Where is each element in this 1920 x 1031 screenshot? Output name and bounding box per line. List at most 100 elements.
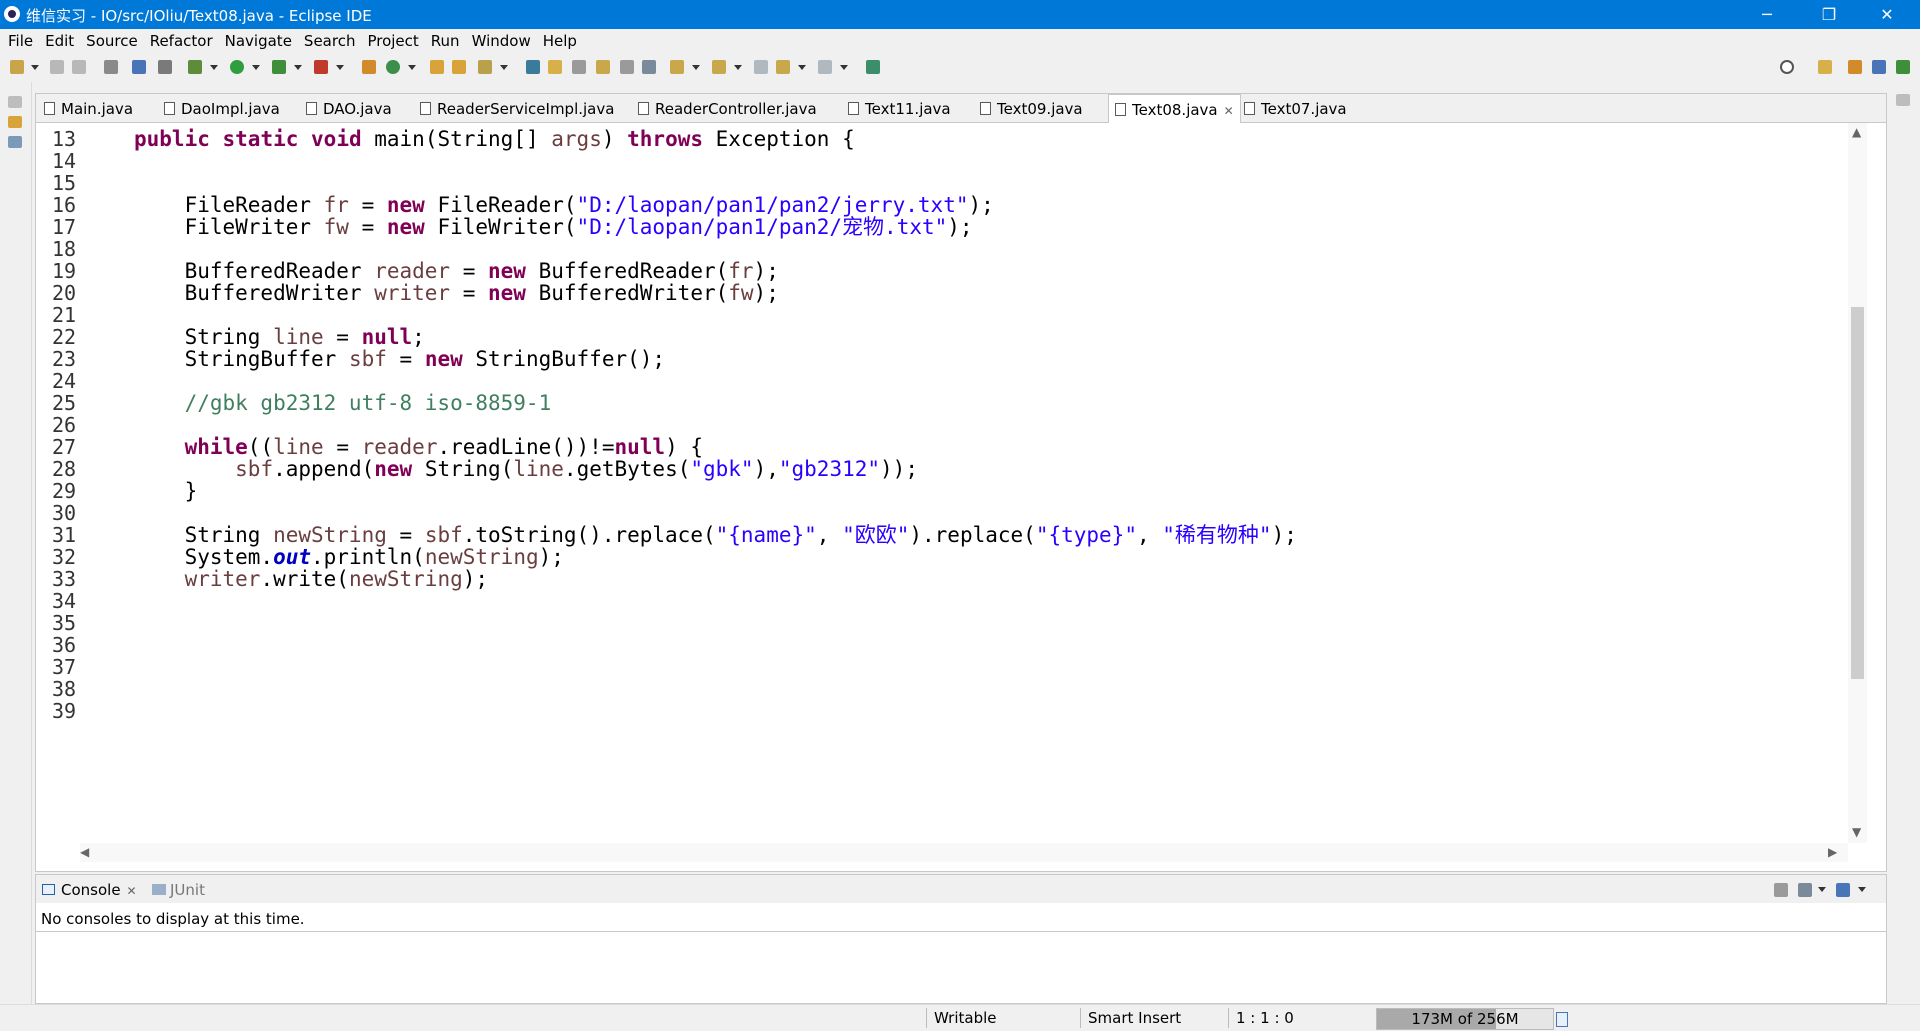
menu-refactor[interactable]: Refactor	[144, 29, 219, 53]
pilcrow-icon[interactable]	[642, 60, 656, 74]
block-selection-icon[interactable]	[572, 60, 586, 74]
previous-annotation-dropdown-icon[interactable]	[734, 65, 742, 70]
new-java-class-icon[interactable]	[386, 60, 400, 74]
open-console-dropdown-icon[interactable]	[1858, 887, 1866, 892]
tab-readercontroller-java[interactable]: ReaderController.java	[638, 94, 817, 122]
toggle-mark-icon[interactable]	[526, 60, 540, 74]
debug-icon[interactable]	[188, 60, 202, 74]
tab-text07-java[interactable]: Text07.java	[1244, 94, 1347, 122]
menu-run[interactable]: Run	[425, 29, 466, 53]
word-wrap-icon[interactable]	[596, 60, 610, 74]
code-text[interactable]: BufferedWriter writer = new BufferedWrit…	[134, 280, 779, 307]
new-dropdown-icon[interactable]	[31, 65, 39, 70]
tab-console[interactable]: Console ✕	[42, 875, 137, 903]
horizontal-scrollbar[interactable]: ◀ ▶	[80, 843, 1848, 862]
save-icon[interactable]	[50, 60, 64, 74]
tab-text08-java[interactable]: Text08.java ✕	[1108, 94, 1241, 124]
open-task-icon[interactable]	[452, 60, 466, 74]
new-java-package-icon[interactable]	[362, 60, 376, 74]
code-text[interactable]: sbf.append(new String(line.getBytes("gbk…	[134, 456, 918, 483]
open-perspective-icon[interactable]	[1818, 60, 1832, 74]
menu-navigate[interactable]: Navigate	[219, 29, 298, 53]
code-editor[interactable]: 13 public static void main(String[] args)…	[36, 123, 1848, 843]
search-tool-icon[interactable]	[478, 60, 492, 74]
debug-dropdown-icon[interactable]	[210, 65, 218, 70]
menu-help[interactable]: Help	[537, 29, 583, 53]
run-dropdown-icon[interactable]	[252, 65, 260, 70]
coverage-icon[interactable]	[272, 60, 286, 74]
next-annotation-dropdown-icon[interactable]	[692, 65, 700, 70]
tab-readerserviceimpl-java[interactable]: ReaderServiceImpl.java	[420, 94, 614, 122]
open-console-icon[interactable]	[1836, 883, 1850, 897]
search-tool-dropdown-icon[interactable]	[500, 65, 508, 70]
vertical-scrollbar[interactable]: ▲ ▼	[1848, 123, 1867, 843]
open-type-icon[interactable]	[430, 60, 444, 74]
code-text[interactable]: FileWriter fw = new FileWriter("D:/laopa…	[134, 214, 973, 241]
outline-icon[interactable]	[8, 136, 22, 148]
forward-dropdown-icon[interactable]	[840, 65, 848, 70]
new-class-dropdown-icon[interactable]	[408, 65, 416, 70]
close-console-icon[interactable]: ✕	[127, 884, 137, 898]
tab-main-java[interactable]: Main.java	[44, 94, 133, 122]
close-window-button[interactable]: ✕	[1864, 0, 1910, 29]
left-trim	[0, 82, 32, 1004]
skip-breakpoints-icon[interactable]	[158, 60, 172, 74]
java-file-icon	[848, 102, 859, 115]
scroll-down-icon[interactable]: ▼	[1852, 825, 1861, 839]
menu-window[interactable]: Window	[466, 29, 537, 53]
package-explorer-icon[interactable]	[8, 116, 22, 128]
menu-edit[interactable]: Edit	[39, 29, 80, 53]
display-console-dropdown-icon[interactable]	[1818, 887, 1826, 892]
forward-icon[interactable]	[818, 60, 832, 74]
pin-editor-icon[interactable]	[866, 60, 880, 74]
tab-junit[interactable]: JUnit	[152, 875, 205, 903]
menu-source[interactable]: Source	[80, 29, 144, 53]
editor-area: Main.java DaoImpl.java DAO.java ReaderSe…	[35, 93, 1887, 872]
restore-button[interactable]: ❐	[1806, 0, 1852, 29]
minimize-button[interactable]: ─	[1744, 0, 1790, 29]
print-icon[interactable]	[104, 60, 118, 74]
coverage-dropdown-icon[interactable]	[294, 65, 302, 70]
scroll-right-icon[interactable]: ▶	[1828, 845, 1837, 859]
back-icon[interactable]	[776, 60, 790, 74]
search-icon[interactable]	[1780, 60, 1794, 74]
java-perspective-icon[interactable]	[1872, 60, 1886, 74]
restore-view-right-icon[interactable]	[1896, 94, 1910, 106]
last-edit-icon[interactable]	[754, 60, 768, 74]
vertical-scroll-thumb[interactable]	[1851, 307, 1864, 679]
pin-console-icon[interactable]	[1774, 883, 1788, 897]
tab-dao-java[interactable]: DAO.java	[306, 94, 392, 122]
tab-text11-java[interactable]: Text11.java	[848, 94, 951, 122]
restore-view-icon[interactable]	[8, 96, 22, 108]
garbage-collect-icon[interactable]	[1556, 1012, 1568, 1027]
terminal-icon[interactable]	[132, 60, 146, 74]
menu-search[interactable]: Search	[298, 29, 362, 53]
display-console-icon[interactable]	[1798, 883, 1812, 897]
menu-project[interactable]: Project	[361, 29, 424, 53]
next-annotation-icon[interactable]	[670, 60, 684, 74]
previous-annotation-icon[interactable]	[712, 60, 726, 74]
show-whitespace-icon[interactable]	[620, 60, 634, 74]
tab-daoimpl-java[interactable]: DaoImpl.java	[164, 94, 280, 122]
heap-status[interactable]: 173M of 256M	[1376, 1008, 1554, 1030]
debug-perspective-icon[interactable]	[1896, 60, 1910, 74]
java-ee-perspective-icon[interactable]	[1848, 60, 1862, 74]
scroll-up-icon[interactable]: ▲	[1852, 125, 1861, 139]
external-tools-icon[interactable]	[314, 60, 328, 74]
code-text[interactable]: public static void main(String[] args) t…	[134, 126, 855, 153]
new-icon[interactable]	[10, 60, 24, 74]
java-file-icon	[164, 102, 175, 115]
tab-text09-java[interactable]: Text09.java	[980, 94, 1083, 122]
code-text[interactable]: writer.write(newString);	[134, 566, 488, 593]
highlight-icon[interactable]	[548, 60, 562, 74]
code-text[interactable]: }	[134, 478, 198, 505]
code-text[interactable]: StringBuffer sbf = new StringBuffer();	[134, 346, 665, 373]
save-all-icon[interactable]	[72, 60, 86, 74]
run-icon[interactable]	[230, 60, 244, 74]
scroll-left-icon[interactable]: ◀	[80, 845, 89, 859]
menu-file[interactable]: File	[2, 29, 39, 53]
code-text[interactable]: //gbk gb2312 utf-8 iso-8859-1	[134, 390, 552, 417]
close-tab-icon[interactable]: ✕	[1224, 104, 1234, 118]
back-dropdown-icon[interactable]	[798, 65, 806, 70]
external-tools-dropdown-icon[interactable]	[336, 65, 344, 70]
